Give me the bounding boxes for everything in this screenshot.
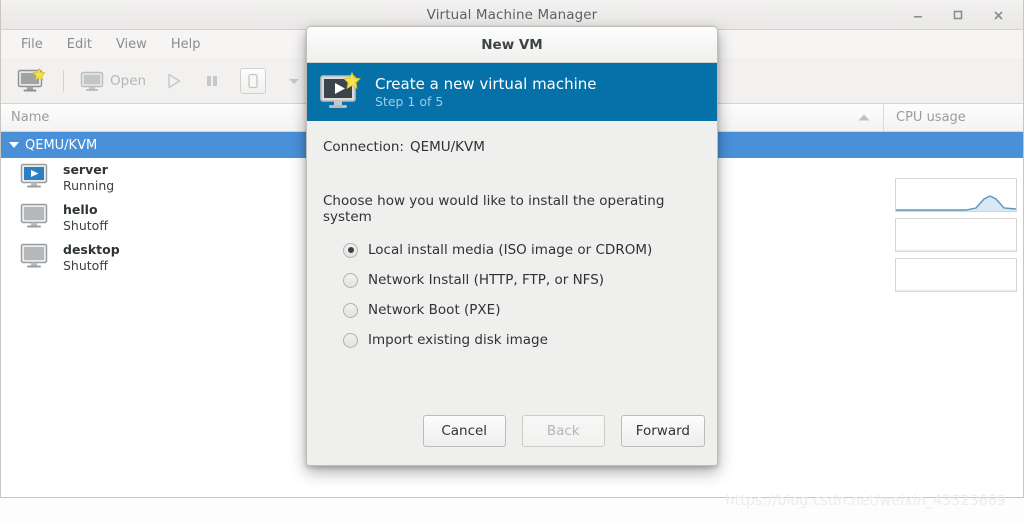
radio-network-install[interactable]: Network Install (HTTP, FTP, or NFS) <box>343 269 701 291</box>
radio-import-existing-disk-image[interactable]: Import existing disk image <box>343 329 701 351</box>
column-cpu-usage[interactable]: CPU usage <box>883 104 1023 131</box>
cpu-sparkline <box>895 218 1017 252</box>
toolbar-separator <box>63 69 64 92</box>
window-title: Virtual Machine Manager <box>426 6 598 23</box>
radio-indicator[interactable] <box>343 332 358 348</box>
vm-state: Running <box>63 178 115 193</box>
cpu-sparkline <box>895 178 1017 212</box>
menu-view[interactable]: View <box>106 34 157 55</box>
window-controls <box>907 0 1015 30</box>
install-method-prompt: Choose how you would like to install the… <box>323 193 665 225</box>
dialog-banner: Create a new virtual machine Step 1 of 5 <box>307 63 717 121</box>
cancel-button[interactable]: Cancel <box>422 415 506 447</box>
new-vm-icon <box>17 67 47 94</box>
menu-file[interactable]: File <box>11 34 53 55</box>
dialog-title: New VM <box>481 36 543 53</box>
chevron-down-icon <box>287 76 301 86</box>
radio-indicator[interactable] <box>343 272 358 288</box>
forward-button[interactable]: Forward <box>620 415 705 447</box>
radio-indicator[interactable] <box>343 302 358 318</box>
vm-state: Shutoff <box>63 218 108 233</box>
watermark: https://blog.csdn.net/weixin_43323669 <box>725 493 1006 509</box>
vm-shutoff-icon <box>19 243 53 273</box>
pause-icon <box>204 73 220 89</box>
new-vm-dialog: New VM Create a new virtual machine Step… <box>306 26 718 466</box>
back-button: Back <box>521 415 605 447</box>
menu-edit[interactable]: Edit <box>57 34 102 55</box>
vm-state: Shutoff <box>63 258 108 273</box>
shutdown-button[interactable] <box>232 63 274 99</box>
menu-help[interactable]: Help <box>161 34 211 55</box>
vm-shutoff-icon <box>19 203 53 233</box>
cpu-sparkline <box>895 258 1017 292</box>
dialog-footer: Cancel Back Forward <box>307 403 717 465</box>
dialog-titlebar: New VM <box>307 27 717 63</box>
cpu-usage-column <box>883 132 1023 497</box>
vm-running-icon <box>19 163 53 193</box>
open-label: Open <box>110 72 147 89</box>
open-button[interactable]: Open <box>72 63 154 99</box>
vm-name: server <box>63 162 108 178</box>
run-button[interactable] <box>156 63 192 99</box>
new-vm-banner-icon <box>319 70 363 114</box>
radio-local-install-media[interactable]: Local install media (ISO image or CDROM) <box>343 239 701 261</box>
dialog-body: Connection: QEMU/KVM Choose how you would… <box>307 121 717 403</box>
radio-label: Local install media (ISO image or CDROM) <box>368 242 653 258</box>
banner-heading: Create a new virtual machine <box>375 75 597 93</box>
radio-label: Network Boot (PXE) <box>368 302 501 318</box>
maximize-button[interactable] <box>947 4 969 26</box>
shutdown-icon <box>240 67 267 94</box>
vm-name: hello <box>63 202 98 218</box>
connection-row-label: QEMU/KVM <box>25 137 98 153</box>
minimize-button[interactable] <box>907 4 929 26</box>
radio-network-boot-pxe[interactable]: Network Boot (PXE) <box>343 299 701 321</box>
sort-ascending-icon[interactable] <box>845 113 883 122</box>
vm-info: hello Shutoff <box>63 202 108 233</box>
play-icon <box>165 72 183 90</box>
vm-name: desktop <box>63 242 120 258</box>
radio-indicator[interactable] <box>343 242 358 258</box>
banner-step: Step 1 of 5 <box>375 94 444 109</box>
monitor-icon <box>80 70 104 92</box>
connection-line: Connection: QEMU/KVM <box>323 139 701 155</box>
new-vm-button[interactable] <box>9 63 55 99</box>
vm-info: server Running <box>63 162 114 193</box>
connection-value: QEMU/KVM <box>409 139 485 155</box>
connection-label: Connection: <box>323 139 404 155</box>
banner-text: Create a new virtual machine Step 1 of 5 <box>375 75 597 109</box>
vm-info: desktop Shutoff <box>63 242 120 273</box>
close-button[interactable] <box>987 4 1009 26</box>
pause-button[interactable] <box>194 63 230 99</box>
install-method-radiogroup: Local install media (ISO image or CDROM)… <box>323 239 701 351</box>
radio-label: Network Install (HTTP, FTP, or NFS) <box>368 272 605 288</box>
screen: Virtual Machine Manager File Edit View H… <box>0 0 1024 523</box>
triangle-down-icon[interactable] <box>9 142 19 148</box>
radio-label: Import existing disk image <box>368 332 548 348</box>
